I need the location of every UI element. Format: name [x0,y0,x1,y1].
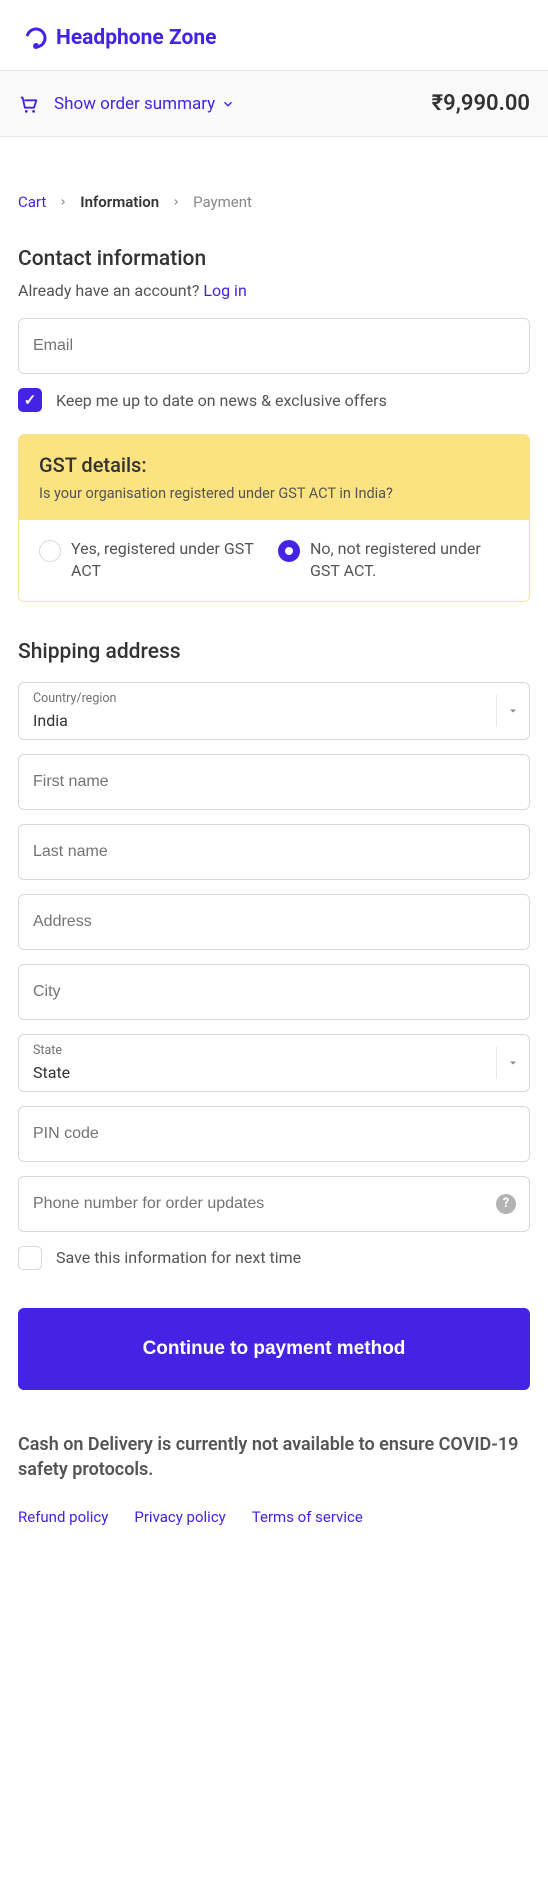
gst-title: GST details: [39,453,509,477]
breadcrumb-payment: Payment [193,193,252,211]
email-field[interactable] [18,318,530,374]
gst-no-label: No, not registered under GST ACT. [310,538,509,583]
gst-subtitle: Is your organisation registered under GS… [39,485,509,502]
newsletter-checkbox[interactable] [18,388,42,412]
last-name-field[interactable] [18,824,530,880]
first-name-field[interactable] [18,754,530,810]
gst-no-option[interactable]: No, not registered under GST ACT. [278,538,509,583]
country-select[interactable]: Country/region India [18,682,530,740]
radio-icon [39,540,61,562]
have-account-text: Already have an account? [18,281,199,300]
radio-icon [278,540,300,562]
chevron-down-icon [221,97,235,111]
login-link[interactable]: Log in [203,281,246,300]
save-info-checkbox[interactable] [18,1246,42,1270]
brand-name: Headphone Zone [56,26,216,50]
refund-policy-link[interactable]: Refund policy [18,1508,108,1526]
cart-icon [18,93,40,115]
terms-link[interactable]: Terms of service [252,1508,363,1526]
country-value: India [33,711,68,730]
brand-logo[interactable]: Headphone Zone [24,26,530,50]
gst-yes-option[interactable]: Yes, registered under GST ACT [39,538,270,583]
caret-down-icon [496,695,519,727]
phone-field[interactable] [18,1176,530,1232]
breadcrumb-cart[interactable]: Cart [18,193,46,211]
order-summary-toggle[interactable]: Show order summary ₹9,990.00 [0,70,548,137]
state-value: State [33,1063,70,1082]
caret-down-icon [496,1047,519,1079]
country-label: Country/region [33,691,116,706]
save-info-label: Save this information for next time [56,1248,301,1267]
header: Headphone Zone [0,0,548,70]
state-select[interactable]: State State [18,1034,530,1092]
pin-code-field[interactable] [18,1106,530,1162]
address-field[interactable] [18,894,530,950]
continue-button[interactable]: Continue to payment method [18,1308,530,1390]
order-total: ₹9,990.00 [432,91,530,116]
summary-toggle-label: Show order summary [54,94,215,114]
breadcrumb-information: Information [80,193,159,211]
chevron-right-icon [171,197,181,207]
shipping-title: Shipping address [18,640,530,664]
newsletter-label: Keep me up to date on news & exclusive o… [56,391,387,410]
gst-panel: GST details: Is your organisation regist… [18,434,530,602]
breadcrumb: Cart Information Payment [18,193,530,211]
help-icon[interactable]: ? [496,1194,516,1214]
chevron-right-icon [58,197,68,207]
brand-icon [24,26,48,50]
privacy-policy-link[interactable]: Privacy policy [134,1508,225,1526]
gst-yes-label: Yes, registered under GST ACT [71,538,270,583]
footer-links: Refund policy Privacy policy Terms of se… [18,1508,530,1526]
contact-title: Contact information [18,247,530,271]
cod-notice: Cash on Delivery is currently not availa… [18,1432,530,1482]
city-field[interactable] [18,964,530,1020]
state-label: State [33,1043,62,1058]
